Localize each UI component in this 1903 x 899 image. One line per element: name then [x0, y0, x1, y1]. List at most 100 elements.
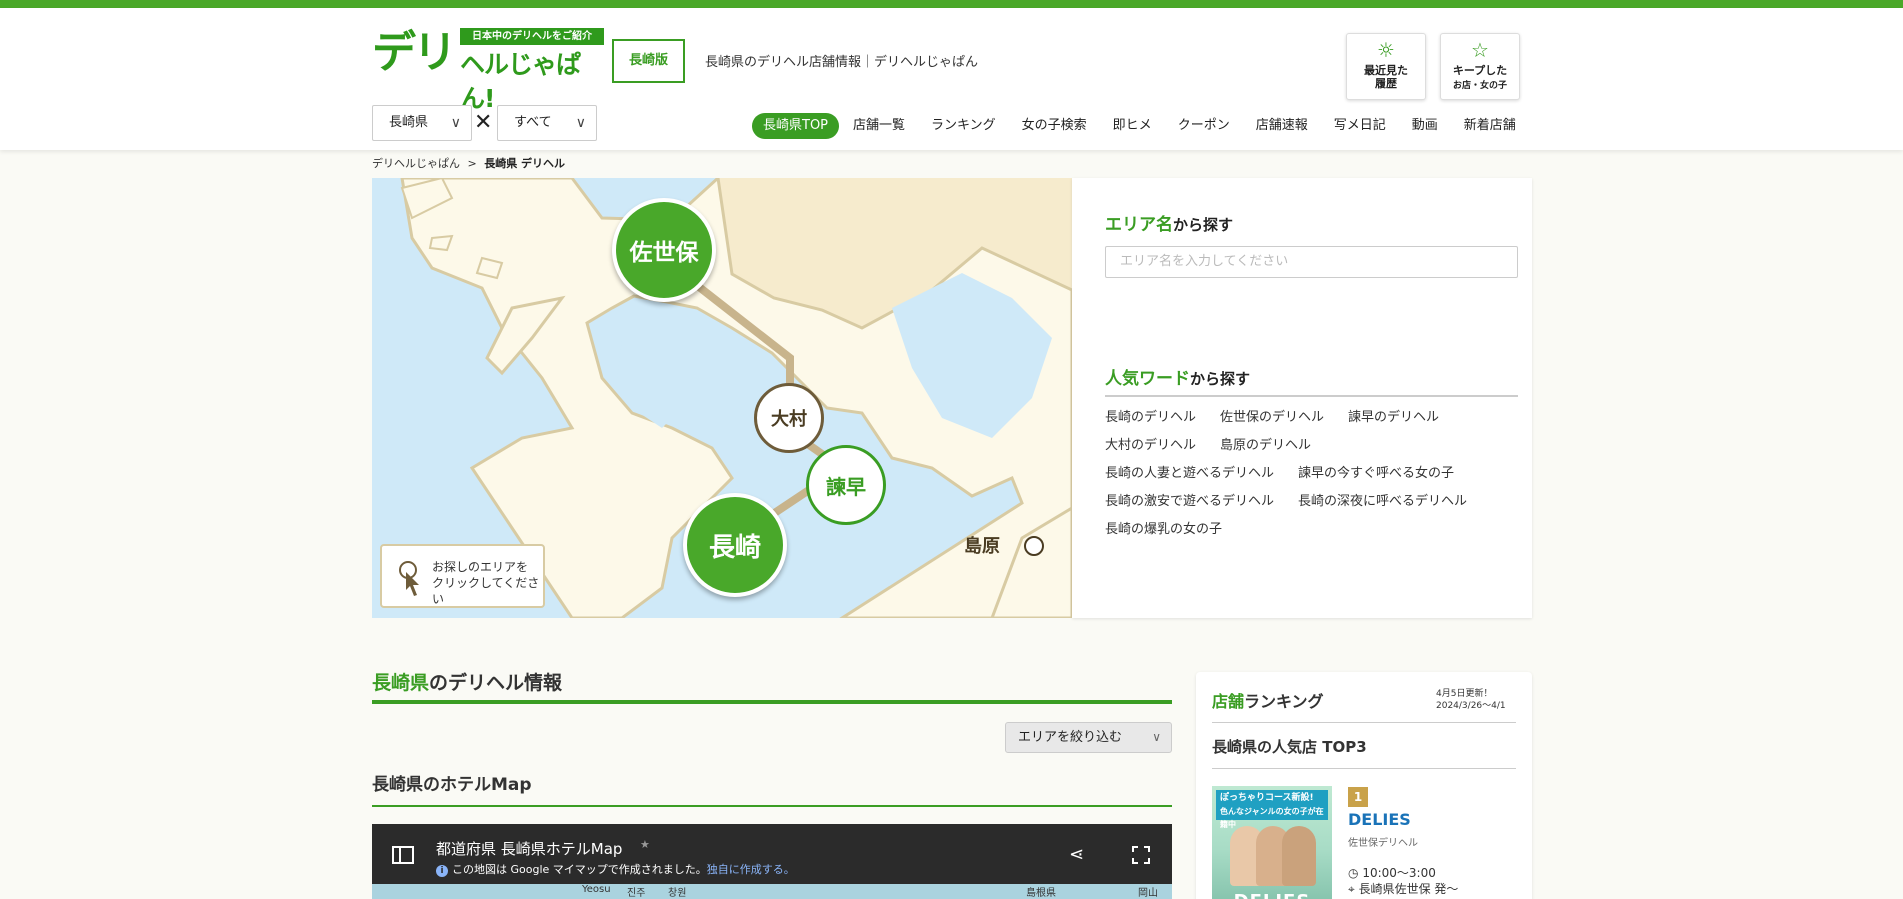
pointer-hand-icon [399, 561, 419, 596]
popular-word-link[interactable]: 長崎の人妻と遊べるデリヘル [1105, 464, 1274, 492]
map-label: 島根県 [1026, 888, 1056, 899]
popular-words-list: 長崎のデリヘル 佐世保のデリヘル 諫早のデリヘル 大村のデリヘル 島原のデリヘル… [1105, 408, 1525, 548]
map-label: Yeosu [582, 884, 611, 895]
area-filter-select[interactable]: エリアを絞り込む ∨ [1005, 722, 1172, 753]
popular-word-link[interactable]: 諫早の今すぐ呼べる女の子 [1298, 464, 1454, 492]
category-select-value: すべて [514, 115, 552, 130]
site-header: デリ 日本中のデリヘルをご紹介 ヘルじゃぱん! 長崎版 長崎県のデリヘル店舗情報… [0, 8, 1903, 150]
shop-banner-line1: ぽっちゃりコース新設! [1220, 793, 1314, 803]
section-title-rest: のデリヘル情報 [429, 672, 563, 694]
hotel-map-title: 長崎県のホテルMap [372, 775, 532, 795]
google-map-note-text: この地図は Google マイマップで作成されました。 [452, 863, 707, 876]
ranking-title-green: 店舗 [1212, 692, 1245, 711]
shop-ranking-card: 店舗ランキング 4月5日更新！ 2024/3/26〜4/1 長崎県の人気店 TO… [1196, 672, 1532, 899]
nav-item-top[interactable]: 長崎県TOP [752, 113, 840, 139]
popular-word-link[interactable]: 長崎の激安で遊べるデリヘル [1105, 492, 1274, 520]
star-outline-icon: ☆ [1471, 38, 1489, 62]
breadcrumb-separator: > [467, 157, 477, 170]
map-label: 창원 [668, 888, 687, 899]
star-icon[interactable]: ★ [640, 838, 650, 851]
shop-thumbnail-brand: DELIES [1212, 891, 1332, 899]
share-icon[interactable]: ⋖ [1069, 844, 1084, 865]
popular-word-link[interactable]: 長崎の深夜に呼べるデリヘル [1298, 492, 1467, 520]
category-select[interactable]: すべて ∨ [497, 105, 597, 141]
nav-item-shops[interactable]: 店舗一覧 [853, 113, 905, 139]
map-hint-line1: お探しのエリアを [432, 560, 529, 574]
map-pin-isahaya[interactable]: 諫早 [806, 445, 886, 525]
popular-word-link[interactable]: 島原のデリヘル [1220, 436, 1311, 464]
shop-type: 佐世保デリヘル [1348, 838, 1418, 849]
map-hint-line2: クリックしてください [432, 576, 540, 606]
nav-item-news[interactable]: 店舗速報 [1256, 113, 1308, 139]
google-map-embed[interactable]: 都道府県 長崎県ホテルMap ★ i この地図は Google マイマップで作成さ… [372, 824, 1172, 899]
site-logo[interactable]: デリ 日本中のデリヘルをご紹介 ヘルじゃぱん! [372, 26, 604, 113]
prefecture-select[interactable]: 長崎県 ∨ [372, 105, 472, 141]
nav-item-video[interactable]: 動画 [1412, 113, 1438, 139]
logo-subtitle: 日本中のデリヘルをご紹介 [460, 28, 604, 45]
popular-word-link[interactable]: 諫早のデリヘル [1348, 408, 1439, 436]
divider [1105, 395, 1518, 397]
map-label: 岡山 [1138, 888, 1158, 899]
area-search-input[interactable]: エリア名を入力してください [1105, 246, 1518, 278]
shimabara-marker[interactable] [1024, 536, 1044, 556]
popular-words-title-green: 人気ワード [1105, 369, 1190, 389]
site-tagline: 長崎県のデリヘル店舗情報｜デリヘルじゃぱん [705, 55, 979, 70]
divider [1212, 768, 1516, 769]
popular-word-link[interactable]: 大村のデリヘル [1105, 436, 1196, 464]
nav-item-photo-diary[interactable]: 写メ日記 [1334, 113, 1386, 139]
shop-location: ⌖ 長崎県佐世保 発〜 [1348, 880, 1458, 897]
area-filter-label: エリアを絞り込む [1018, 730, 1123, 745]
hotel-map-divider [372, 805, 1172, 807]
keep-button[interactable]: ☆ キープした お店・女の子 [1440, 33, 1520, 100]
main-nav: 長崎県TOP 店舗一覧 ランキング 女の子検索 即ヒメ クーポン 店舗速報 写メ… [752, 113, 1516, 139]
prefecture-select-value: 長崎県 [389, 115, 429, 130]
info-icon: i [436, 865, 448, 877]
nav-item-coupon[interactable]: クーポン [1178, 113, 1230, 139]
nav-item-ranking[interactable]: ランキング [931, 113, 996, 139]
shop-hours-text: 10:00〜3:00 [1362, 866, 1436, 880]
map-pin-shimabara[interactable]: 島原 [964, 532, 1000, 558]
fullscreen-icon[interactable] [1132, 846, 1150, 864]
popular-words-title: 人気ワードから探す [1105, 364, 1250, 389]
popular-word-link[interactable]: 長崎のデリヘル [1105, 408, 1196, 436]
breadcrumb: デリヘルじゃぱん > 長崎県 デリヘル [372, 155, 565, 171]
map-pin-nagasaki[interactable]: 長崎 [683, 493, 787, 597]
map-hint: お探しのエリアを クリックしてください [380, 544, 545, 608]
breadcrumb-home[interactable]: デリヘルじゃぱん [372, 157, 460, 170]
sidebar-toggle-icon[interactable] [392, 846, 414, 864]
edition-badge[interactable]: 長崎版 [612, 39, 685, 83]
map-pin-sasebo[interactable]: 佐世保 [612, 198, 716, 302]
popular-word-link[interactable]: 長崎の爆乳の女の子 [1105, 520, 1222, 548]
popular-words-title-rest: から探す [1190, 370, 1251, 388]
chevron-down-icon: ∨ [450, 115, 461, 131]
nav-item-sokuhime[interactable]: 即ヒメ [1113, 113, 1152, 139]
ranking-updated: 4月5日更新！ [1436, 689, 1493, 699]
location-pin-icon: ⌖ [1348, 882, 1355, 896]
create-own-map-link[interactable]: 独自に作成する。 [707, 863, 795, 876]
shop-name-link[interactable]: DELIES [1348, 810, 1411, 829]
shop-thumbnail[interactable]: ぽっちゃりコース新設! 色んなジャンルの女の子が在籍中 DELIES [1212, 786, 1332, 899]
chevron-down-icon: ∨ [1152, 730, 1161, 744]
map-label: 진주 [627, 888, 646, 899]
google-map-title: 都道府県 長崎県ホテルMap [436, 840, 623, 858]
logo-main-text: デリ [372, 27, 457, 78]
popular-word-link[interactable]: 佐世保のデリヘル [1220, 408, 1324, 436]
shop-hours: ◷ 10:00〜3:00 [1348, 864, 1436, 881]
history-button[interactable]: ☼ 最近見た 履歴 [1346, 33, 1426, 100]
breadcrumb-current: 長崎県 デリヘル [484, 157, 566, 170]
top-accent-bar [0, 0, 1903, 8]
sun-icon: ☼ [1377, 38, 1395, 62]
chevron-down-icon: ∨ [575, 115, 586, 131]
clock-icon: ◷ [1348, 866, 1359, 880]
area-search-title-rest: から探す [1173, 216, 1234, 234]
area-map[interactable]: 佐世保 大村 諫早 長崎 島原 お探しのエリアを クリックしてください [372, 178, 1072, 618]
map-pin-omura[interactable]: 大村 [754, 383, 824, 453]
ranking-title-rest: ランキング [1244, 692, 1324, 711]
ranking-update-info: 4月5日更新！ 2024/3/26〜4/1 [1436, 688, 1506, 712]
nav-item-girl-search[interactable]: 女の子検索 [1022, 113, 1087, 139]
divider [1212, 722, 1516, 723]
nav-item-new-shops[interactable]: 新着店舗 [1464, 113, 1516, 139]
keep-sublabel: お店・女の子 [1452, 81, 1507, 91]
ranking-title: 店舗ランキング [1212, 688, 1324, 712]
ranking-period: 2024/3/26〜4/1 [1436, 701, 1506, 711]
